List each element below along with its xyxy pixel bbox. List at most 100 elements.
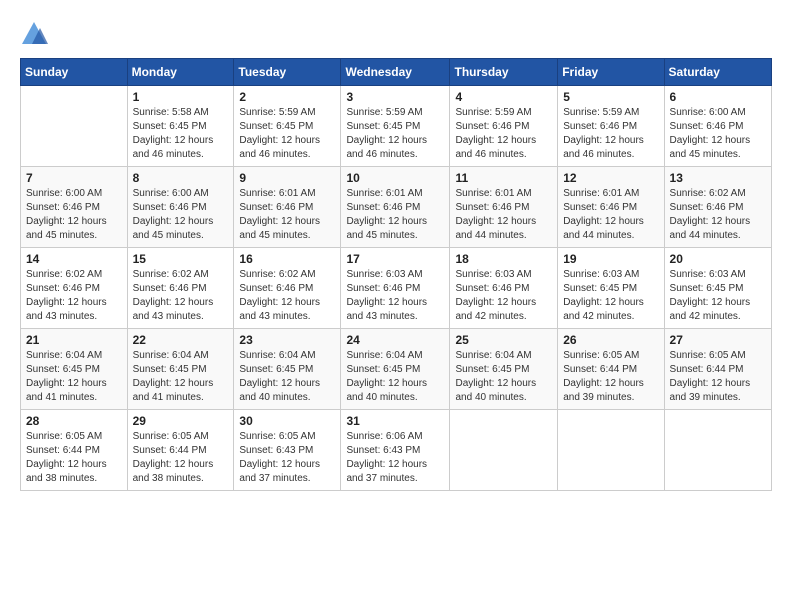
calendar-cell: 17 Sunrise: 6:03 AMSunset: 6:46 PMDayligh… (341, 248, 450, 329)
day-number: 27 (670, 333, 766, 347)
calendar-cell: 2 Sunrise: 5:59 AMSunset: 6:45 PMDaylight… (234, 86, 341, 167)
calendar-cell: 8 Sunrise: 6:00 AMSunset: 6:46 PMDaylight… (127, 167, 234, 248)
day-info: Sunrise: 5:59 AMSunset: 6:46 PMDaylight:… (563, 106, 658, 162)
day-info: Sunrise: 6:05 AMSunset: 6:44 PMDaylight:… (133, 430, 229, 486)
calendar-cell (664, 410, 771, 491)
day-number: 7 (26, 171, 122, 185)
weekday-header-row: SundayMondayTuesdayWednesdayThursdayFrid… (21, 59, 772, 86)
weekday-header-wednesday: Wednesday (341, 59, 450, 86)
day-number: 22 (133, 333, 229, 347)
calendar-cell: 24 Sunrise: 6:04 AMSunset: 6:45 PMDayligh… (341, 329, 450, 410)
calendar-cell: 6Sunrise: 6:00 AMSunset: 6:46 PMDaylight… (664, 86, 771, 167)
day-info: Sunrise: 6:00 AMSunset: 6:46 PMDaylight:… (133, 187, 229, 243)
day-info: Sunrise: 6:04 AMSunset: 6:45 PMDaylight:… (346, 349, 444, 405)
day-info: Sunrise: 6:03 AMSunset: 6:46 PMDaylight:… (346, 268, 444, 324)
day-number: 31 (346, 414, 444, 428)
day-number: 11 (455, 171, 552, 185)
calendar-cell: 15Sunrise: 6:02 AMSunset: 6:46 PMDayligh… (127, 248, 234, 329)
day-number: 20 (670, 252, 766, 266)
week-row-1: 1Sunrise: 5:58 AMSunset: 6:45 PMDaylight… (21, 86, 772, 167)
day-number: 24 (346, 333, 444, 347)
calendar-cell: 18Sunrise: 6:03 AMSunset: 6:46 PMDayligh… (450, 248, 558, 329)
day-number: 25 (455, 333, 552, 347)
calendar-cell: 7 Sunrise: 6:00 AMSunset: 6:46 PMDaylight… (21, 167, 128, 248)
day-number: 5 (563, 90, 658, 104)
day-number: 18 (455, 252, 552, 266)
calendar-cell: 21 Sunrise: 6:04 AMSunset: 6:45 PMDayligh… (21, 329, 128, 410)
calendar-cell: 14 Sunrise: 6:02 AMSunset: 6:46 PMDayligh… (21, 248, 128, 329)
logo (20, 20, 50, 48)
day-number: 3 (346, 90, 444, 104)
calendar-cell (450, 410, 558, 491)
calendar-cell (21, 86, 128, 167)
weekday-header-friday: Friday (558, 59, 664, 86)
day-info: Sunrise: 6:05 AMSunset: 6:44 PMDaylight:… (26, 430, 122, 486)
page-header (20, 20, 772, 48)
calendar-cell: 13 Sunrise: 6:02 AMSunset: 6:46 PMDayligh… (664, 167, 771, 248)
day-info: Sunrise: 6:04 AMSunset: 6:45 PMDaylight:… (133, 349, 229, 405)
day-number: 17 (346, 252, 444, 266)
day-info: Sunrise: 6:05 AMSunset: 6:44 PMDaylight:… (563, 349, 658, 405)
week-row-3: 14 Sunrise: 6:02 AMSunset: 6:46 PMDayligh… (21, 248, 772, 329)
calendar-cell: 29 Sunrise: 6:05 AMSunset: 6:44 PMDayligh… (127, 410, 234, 491)
calendar-cell: 25Sunrise: 6:04 AMSunset: 6:45 PMDayligh… (450, 329, 558, 410)
calendar-cell: 23Sunrise: 6:04 AMSunset: 6:45 PMDayligh… (234, 329, 341, 410)
day-number: 14 (26, 252, 122, 266)
day-number: 12 (563, 171, 658, 185)
day-number: 29 (133, 414, 229, 428)
calendar-cell: 5 Sunrise: 5:59 AMSunset: 6:46 PMDaylight… (558, 86, 664, 167)
calendar-cell: 27Sunrise: 6:05 AMSunset: 6:44 PMDayligh… (664, 329, 771, 410)
calendar-cell: 26 Sunrise: 6:05 AMSunset: 6:44 PMDayligh… (558, 329, 664, 410)
day-info: Sunrise: 6:00 AMSunset: 6:46 PMDaylight:… (26, 187, 122, 243)
day-info: Sunrise: 6:02 AMSunset: 6:46 PMDaylight:… (239, 268, 335, 324)
day-number: 19 (563, 252, 658, 266)
calendar-cell: 22 Sunrise: 6:04 AMSunset: 6:45 PMDayligh… (127, 329, 234, 410)
day-number: 26 (563, 333, 658, 347)
calendar-cell: 16 Sunrise: 6:02 AMSunset: 6:46 PMDayligh… (234, 248, 341, 329)
calendar-cell: 4Sunrise: 5:59 AMSunset: 6:46 PMDaylight… (450, 86, 558, 167)
calendar-table: SundayMondayTuesdayWednesdayThursdayFrid… (20, 58, 772, 491)
day-info: Sunrise: 5:59 AMSunset: 6:45 PMDaylight:… (346, 106, 444, 162)
day-info: Sunrise: 6:03 AMSunset: 6:45 PMDaylight:… (670, 268, 766, 324)
day-info: Sunrise: 6:01 AMSunset: 6:46 PMDaylight:… (239, 187, 335, 243)
day-info: Sunrise: 5:59 AMSunset: 6:46 PMDaylight:… (455, 106, 552, 162)
calendar-cell: 9 Sunrise: 6:01 AMSunset: 6:46 PMDaylight… (234, 167, 341, 248)
weekday-header-saturday: Saturday (664, 59, 771, 86)
day-number: 16 (239, 252, 335, 266)
day-info: Sunrise: 5:59 AMSunset: 6:45 PMDaylight:… (239, 106, 335, 162)
weekday-header-thursday: Thursday (450, 59, 558, 86)
day-info: Sunrise: 6:04 AMSunset: 6:45 PMDaylight:… (239, 349, 335, 405)
calendar-cell: 10Sunrise: 6:01 AMSunset: 6:46 PMDayligh… (341, 167, 450, 248)
day-info: Sunrise: 6:04 AMSunset: 6:45 PMDaylight:… (26, 349, 122, 405)
day-number: 21 (26, 333, 122, 347)
day-number: 1 (133, 90, 229, 104)
calendar-cell: 28Sunrise: 6:05 AMSunset: 6:44 PMDayligh… (21, 410, 128, 491)
day-number: 8 (133, 171, 229, 185)
day-info: Sunrise: 6:02 AMSunset: 6:46 PMDaylight:… (133, 268, 229, 324)
calendar-cell: 19Sunrise: 6:03 AMSunset: 6:45 PMDayligh… (558, 248, 664, 329)
day-info: Sunrise: 6:02 AMSunset: 6:46 PMDaylight:… (670, 187, 766, 243)
day-number: 6 (670, 90, 766, 104)
week-row-2: 7 Sunrise: 6:00 AMSunset: 6:46 PMDaylight… (21, 167, 772, 248)
calendar-cell: 20 Sunrise: 6:03 AMSunset: 6:45 PMDayligh… (664, 248, 771, 329)
day-info: Sunrise: 6:01 AMSunset: 6:46 PMDaylight:… (455, 187, 552, 243)
day-number: 30 (239, 414, 335, 428)
logo-icon (20, 20, 48, 48)
day-number: 9 (239, 171, 335, 185)
weekday-header-tuesday: Tuesday (234, 59, 341, 86)
day-number: 13 (670, 171, 766, 185)
calendar-cell: 1Sunrise: 5:58 AMSunset: 6:45 PMDaylight… (127, 86, 234, 167)
weekday-header-sunday: Sunday (21, 59, 128, 86)
day-info: Sunrise: 6:02 AMSunset: 6:46 PMDaylight:… (26, 268, 122, 324)
calendar-cell: 11 Sunrise: 6:01 AMSunset: 6:46 PMDayligh… (450, 167, 558, 248)
calendar-cell: 3 Sunrise: 5:59 AMSunset: 6:45 PMDaylight… (341, 86, 450, 167)
day-info: Sunrise: 6:01 AMSunset: 6:46 PMDaylight:… (563, 187, 658, 243)
calendar-cell: 12 Sunrise: 6:01 AMSunset: 6:46 PMDayligh… (558, 167, 664, 248)
weekday-header-monday: Monday (127, 59, 234, 86)
day-number: 2 (239, 90, 335, 104)
week-row-5: 28Sunrise: 6:05 AMSunset: 6:44 PMDayligh… (21, 410, 772, 491)
week-row-4: 21 Sunrise: 6:04 AMSunset: 6:45 PMDayligh… (21, 329, 772, 410)
calendar-cell: 30Sunrise: 6:05 AMSunset: 6:43 PMDayligh… (234, 410, 341, 491)
day-info: Sunrise: 6:01 AMSunset: 6:46 PMDaylight:… (346, 187, 444, 243)
day-info: Sunrise: 6:06 AMSunset: 6:43 PMDaylight:… (346, 430, 444, 486)
